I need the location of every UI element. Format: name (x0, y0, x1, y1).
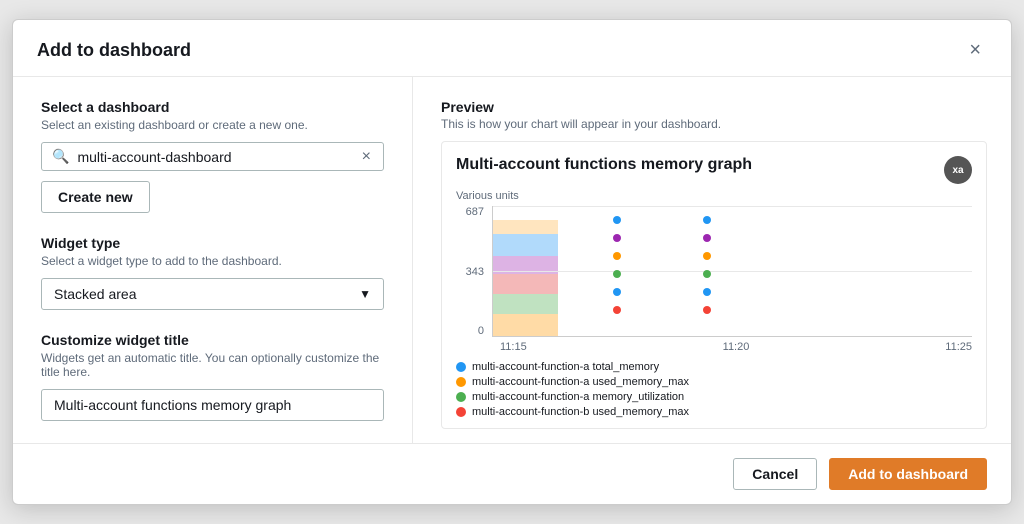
select-dashboard-section: Select a dashboard Select an existing da… (41, 99, 384, 213)
customize-title-desc: Widgets get an automatic title. You can … (41, 351, 384, 379)
chart-title: Multi-account functions memory graph (456, 156, 752, 174)
dashboard-search-input[interactable] (77, 149, 359, 165)
add-to-dashboard-button[interactable]: Add to dashboard (829, 458, 987, 490)
x-label-1: 11:15 (500, 341, 527, 353)
legend-dot-2 (456, 392, 466, 402)
chevron-down-icon: ▼ (359, 287, 371, 301)
preview-desc: This is how your chart will appear in yo… (441, 117, 987, 131)
widget-type-section: Widget type Select a widget type to add … (41, 235, 384, 310)
modal-footer: Cancel Add to dashboard (13, 443, 1011, 504)
clear-search-button[interactable]: × (360, 149, 373, 165)
legend-dot-1 (456, 377, 466, 387)
add-to-dashboard-modal: Add to dashboard × Select a dashboard Se… (12, 19, 1012, 505)
y-axis: 687 343 0 (456, 206, 492, 337)
customize-title-section: Customize widget title Widgets get an au… (41, 332, 384, 421)
chart-header: Multi-account functions memory graph xa (456, 156, 972, 184)
cancel-button[interactable]: Cancel (733, 458, 817, 490)
x-axis: 11:15 11:20 11:25 (500, 337, 972, 353)
legend-item-3: multi-account-function-b used_memory_max (456, 406, 972, 418)
widget-type-label: Widget type (41, 235, 384, 251)
legend-label-0: multi-account-function-a total_memory (472, 361, 659, 373)
create-new-button[interactable]: Create new (41, 181, 150, 213)
legend-item-0: multi-account-function-a total_memory (456, 361, 972, 373)
chart-legend: multi-account-function-a total_memory mu… (456, 361, 972, 418)
chart-area: 687 343 0 (456, 206, 972, 337)
y-label-bottom: 0 (478, 325, 484, 337)
chart-plot (492, 206, 972, 337)
close-button[interactable]: × (963, 38, 987, 62)
select-dashboard-label: Select a dashboard (41, 99, 384, 115)
search-icon: 🔍 (52, 148, 69, 165)
modal-title: Add to dashboard (37, 40, 191, 61)
modal-header: Add to dashboard × (13, 20, 1011, 77)
chart-units-label: Various units (456, 190, 972, 202)
widget-type-value: Stacked area (54, 286, 359, 302)
modal-body: Select a dashboard Select an existing da… (13, 77, 1011, 443)
legend-label-1: multi-account-function-a used_memory_max (472, 376, 689, 388)
left-panel: Select a dashboard Select an existing da… (13, 77, 413, 443)
legend-label-2: multi-account-function-a memory_utilizat… (472, 391, 684, 403)
legend-item-1: multi-account-function-a used_memory_max (456, 376, 972, 388)
widget-type-dropdown[interactable]: Stacked area ▼ (41, 278, 384, 310)
widget-type-desc: Select a widget type to add to the dashb… (41, 254, 384, 268)
x-label-2: 11:20 (723, 341, 750, 353)
right-panel: Preview This is how your chart will appe… (413, 77, 1011, 443)
search-row: 🔍 × (41, 142, 384, 171)
chart-avatar: xa (944, 156, 972, 184)
y-label-mid: 343 (466, 266, 484, 278)
y-label-top: 687 (466, 206, 484, 218)
widget-title-input[interactable] (41, 389, 384, 421)
legend-item-2: multi-account-function-a memory_utilizat… (456, 391, 972, 403)
chart-container: Multi-account functions memory graph xa … (441, 141, 987, 429)
legend-dot-0 (456, 362, 466, 372)
legend-dot-3 (456, 407, 466, 417)
customize-title-label: Customize widget title (41, 332, 384, 348)
preview-label: Preview (441, 99, 987, 115)
select-dashboard-desc: Select an existing dashboard or create a… (41, 118, 384, 132)
legend-label-3: multi-account-function-b used_memory_max (472, 406, 689, 418)
x-label-3: 11:25 (945, 341, 972, 353)
